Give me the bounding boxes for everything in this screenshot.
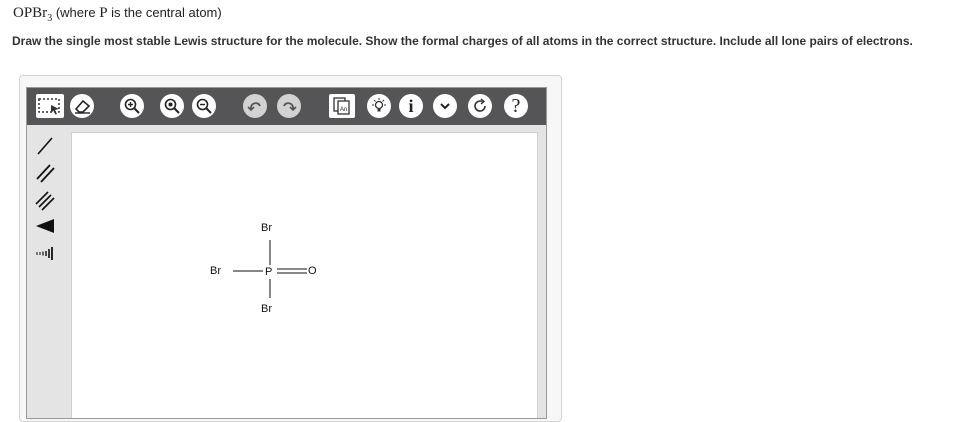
drawing-canvas[interactable]: Br Br P O Br	[71, 132, 538, 418]
formula-note: (where	[55, 5, 96, 20]
molecule-bonds	[233, 240, 307, 298]
double-bond-icon[interactable]	[31, 160, 59, 186]
eraser-icon[interactable]	[70, 94, 94, 118]
help-icon[interactable]: ?	[504, 94, 528, 118]
molecule-editor: An i ? Br Br P O Br	[26, 87, 547, 419]
zoom-out-icon[interactable]	[192, 94, 216, 118]
formula-main: OPBr	[13, 5, 48, 21]
formula-note-end: is the central atom)	[111, 5, 222, 20]
svg-text:An: An	[340, 107, 347, 113]
editor-toolbar: An i ?	[27, 88, 546, 125]
redo-icon[interactable]	[277, 94, 301, 118]
wedge-bond-icon[interactable]	[31, 213, 59, 239]
atom-br-bottom[interactable]: Br	[261, 303, 272, 315]
undo-icon[interactable]	[243, 94, 267, 118]
refresh-icon[interactable]	[468, 94, 492, 118]
help-label: ?	[511, 94, 521, 117]
info-label: i	[408, 95, 414, 116]
bond-toolbar	[27, 125, 71, 418]
bulb-icon[interactable]	[367, 94, 391, 118]
info-icon[interactable]: i	[399, 94, 423, 118]
zoom-in-icon[interactable]	[120, 94, 144, 118]
question-title: OPBr3 (where P is the central atom)	[13, 5, 222, 24]
triple-bond-icon[interactable]	[31, 187, 59, 213]
instructions: Draw the single most stable Lewis struct…	[12, 34, 913, 48]
atom-br-left[interactable]: Br	[210, 265, 221, 277]
chevron-down-icon[interactable]	[433, 94, 457, 118]
atom-o-right[interactable]: O	[308, 265, 317, 277]
zoom-fit-icon[interactable]	[160, 94, 184, 118]
formula: OPBr3	[13, 5, 53, 24]
atom-p-center[interactable]: P	[265, 266, 272, 278]
select-icon[interactable]	[36, 94, 64, 118]
atom-br-top[interactable]: Br	[261, 222, 272, 234]
templates-icon[interactable]: An	[329, 94, 355, 118]
formula-subscript: 3	[47, 13, 53, 24]
hash-bond-icon[interactable]	[31, 240, 59, 266]
single-bond-icon[interactable]	[31, 133, 59, 159]
formula-atom: P	[99, 5, 108, 21]
